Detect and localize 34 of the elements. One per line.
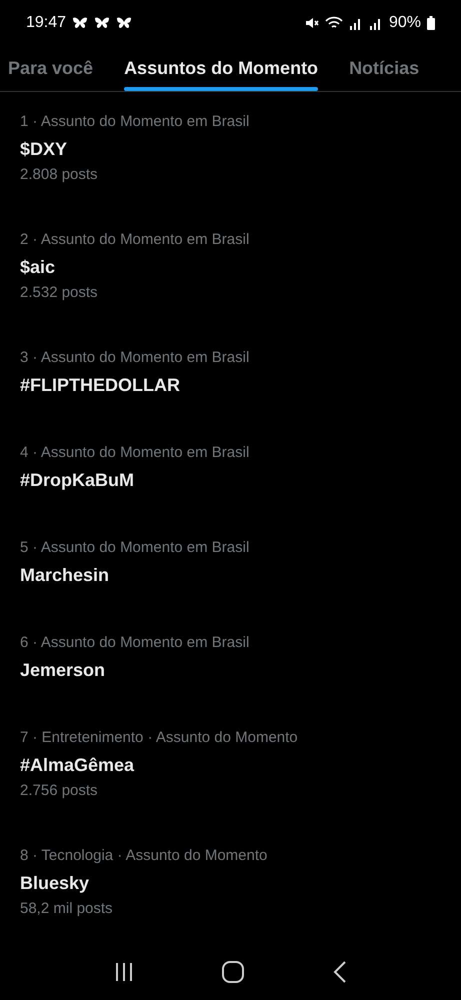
status-time: 19:47 [26, 14, 66, 32]
post-count: 2.808 posts [20, 164, 99, 185]
tab[interactable]: Para você [8, 46, 94, 91]
trend-title[interactable]: Marchesin [20, 562, 441, 588]
butterfly-icon [94, 16, 110, 29]
trend-title[interactable]: #DropKaBuM [20, 466, 441, 493]
trend-title[interactable]: #AlmaGêmea [20, 752, 441, 778]
trend-title[interactable]: Jemerson [20, 656, 441, 683]
mute-icon [304, 16, 319, 30]
tab[interactable]: Notícias [349, 46, 420, 91]
trend-meta: 5 · Assunto do Momento em Brasil [20, 538, 250, 558]
home-icon[interactable] [222, 960, 244, 983]
trend-meta: 7 · Entretenimento · Assunto do Momento [20, 728, 299, 748]
trend-meta: 2 · Assunto do Momento em Brasil [20, 230, 250, 250]
post-count: 58,2 mil posts [20, 898, 114, 919]
trend-title[interactable]: #FLIPTHEDOLLAR [20, 372, 441, 398]
trend-meta: 8 · Tecnologia · Assunto do Momento [20, 846, 268, 866]
recent-apps-icon[interactable] [114, 962, 134, 982]
trend-meta: 3 · Assunto do Momento em Brasil [20, 348, 250, 368]
back-icon[interactable] [332, 960, 347, 983]
wifi-icon [324, 16, 343, 30]
tab[interactable]: Assuntos do Momento [124, 46, 318, 91]
trend-title[interactable]: $DXY [20, 136, 441, 162]
battery-percent: 90% [388, 14, 421, 32]
trend-title[interactable]: Bluesky [20, 870, 441, 896]
trend-meta: 1 · Assunto do Momento em Brasil [20, 112, 250, 132]
trend-meta: 6 · Assunto do Momento em Brasil [20, 632, 250, 653]
butterfly-icon [116, 16, 132, 29]
butterfly-icon [72, 16, 88, 29]
trend-title[interactable]: $aic [20, 254, 441, 280]
battery-icon [427, 16, 435, 30]
trend-meta: 4 · Assunto do Momento em Brasil [20, 442, 250, 463]
post-count: 2.756 posts [20, 780, 99, 801]
post-count: 2.532 posts [20, 282, 99, 303]
